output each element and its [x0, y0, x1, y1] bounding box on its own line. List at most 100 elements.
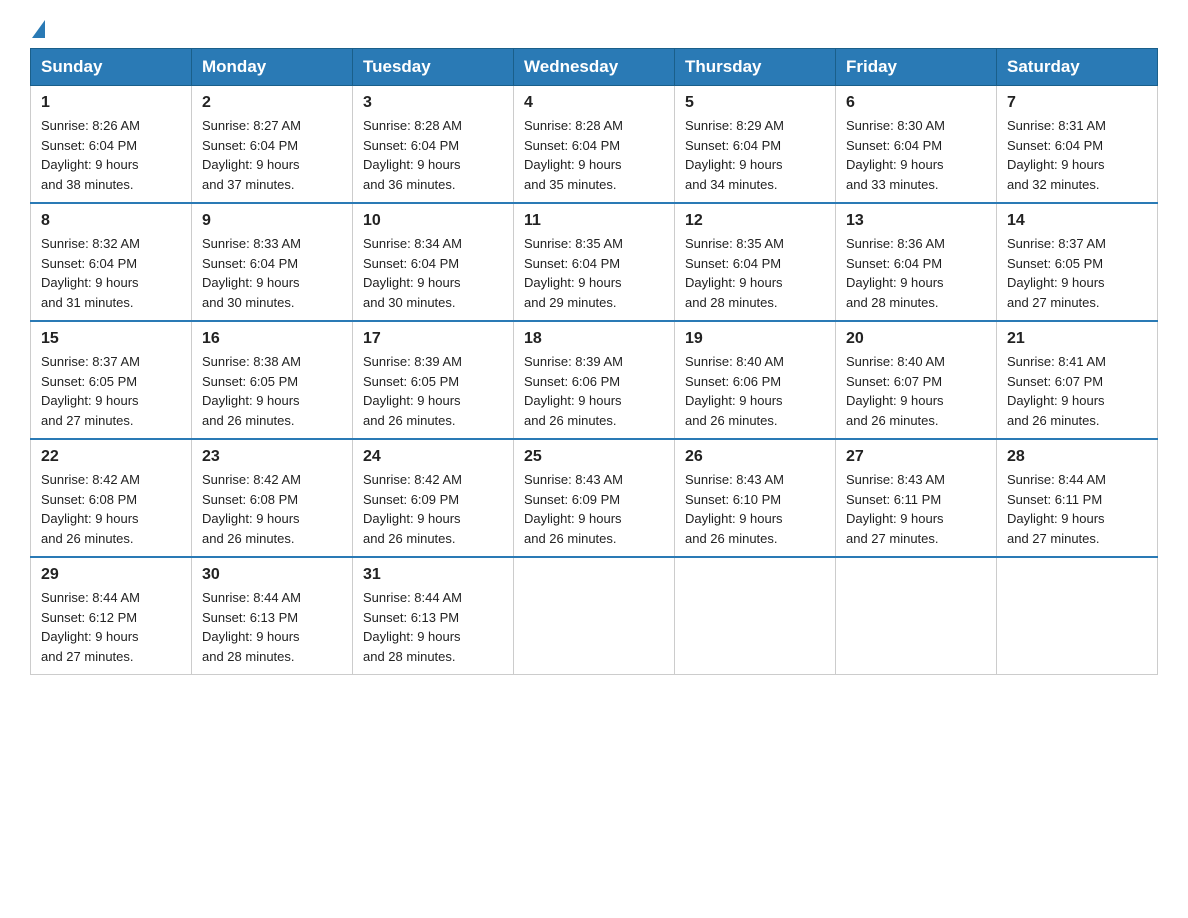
day-number: 6 [846, 94, 986, 112]
week-row-5: 29 Sunrise: 8:44 AM Sunset: 6:12 PM Dayl… [31, 557, 1158, 675]
day-cell [997, 557, 1158, 675]
day-number: 10 [363, 212, 503, 230]
day-number: 20 [846, 330, 986, 348]
day-info: Sunrise: 8:44 AM Sunset: 6:11 PM Dayligh… [1007, 470, 1147, 548]
day-number: 7 [1007, 94, 1147, 112]
day-number: 8 [41, 212, 181, 230]
day-number: 15 [41, 330, 181, 348]
day-info: Sunrise: 8:42 AM Sunset: 6:08 PM Dayligh… [41, 470, 181, 548]
day-number: 1 [41, 94, 181, 112]
header-wednesday: Wednesday [514, 49, 675, 86]
day-cell: 7 Sunrise: 8:31 AM Sunset: 6:04 PM Dayli… [997, 86, 1158, 204]
day-cell: 8 Sunrise: 8:32 AM Sunset: 6:04 PM Dayli… [31, 203, 192, 321]
day-cell: 13 Sunrise: 8:36 AM Sunset: 6:04 PM Dayl… [836, 203, 997, 321]
day-cell: 5 Sunrise: 8:29 AM Sunset: 6:04 PM Dayli… [675, 86, 836, 204]
day-cell: 18 Sunrise: 8:39 AM Sunset: 6:06 PM Dayl… [514, 321, 675, 439]
day-cell: 1 Sunrise: 8:26 AM Sunset: 6:04 PM Dayli… [31, 86, 192, 204]
day-info: Sunrise: 8:42 AM Sunset: 6:08 PM Dayligh… [202, 470, 342, 548]
week-row-2: 8 Sunrise: 8:32 AM Sunset: 6:04 PM Dayli… [31, 203, 1158, 321]
day-number: 9 [202, 212, 342, 230]
day-number: 23 [202, 448, 342, 466]
day-cell: 21 Sunrise: 8:41 AM Sunset: 6:07 PM Dayl… [997, 321, 1158, 439]
day-number: 17 [363, 330, 503, 348]
day-cell [836, 557, 997, 675]
day-info: Sunrise: 8:40 AM Sunset: 6:06 PM Dayligh… [685, 352, 825, 430]
day-cell: 3 Sunrise: 8:28 AM Sunset: 6:04 PM Dayli… [353, 86, 514, 204]
logo [30, 20, 45, 38]
day-info: Sunrise: 8:26 AM Sunset: 6:04 PM Dayligh… [41, 116, 181, 194]
week-row-4: 22 Sunrise: 8:42 AM Sunset: 6:08 PM Dayl… [31, 439, 1158, 557]
header-monday: Monday [192, 49, 353, 86]
day-number: 4 [524, 94, 664, 112]
day-cell: 24 Sunrise: 8:42 AM Sunset: 6:09 PM Dayl… [353, 439, 514, 557]
day-cell [514, 557, 675, 675]
week-row-3: 15 Sunrise: 8:37 AM Sunset: 6:05 PM Dayl… [31, 321, 1158, 439]
page-header [30, 20, 1158, 38]
day-cell: 15 Sunrise: 8:37 AM Sunset: 6:05 PM Dayl… [31, 321, 192, 439]
day-number: 22 [41, 448, 181, 466]
day-info: Sunrise: 8:43 AM Sunset: 6:10 PM Dayligh… [685, 470, 825, 548]
calendar-header-row: SundayMondayTuesdayWednesdayThursdayFrid… [31, 49, 1158, 86]
day-number: 12 [685, 212, 825, 230]
day-info: Sunrise: 8:40 AM Sunset: 6:07 PM Dayligh… [846, 352, 986, 430]
week-row-1: 1 Sunrise: 8:26 AM Sunset: 6:04 PM Dayli… [31, 86, 1158, 204]
day-info: Sunrise: 8:44 AM Sunset: 6:13 PM Dayligh… [363, 588, 503, 666]
day-info: Sunrise: 8:44 AM Sunset: 6:12 PM Dayligh… [41, 588, 181, 666]
day-info: Sunrise: 8:41 AM Sunset: 6:07 PM Dayligh… [1007, 352, 1147, 430]
day-number: 24 [363, 448, 503, 466]
day-cell: 11 Sunrise: 8:35 AM Sunset: 6:04 PM Dayl… [514, 203, 675, 321]
header-tuesday: Tuesday [353, 49, 514, 86]
day-info: Sunrise: 8:39 AM Sunset: 6:06 PM Dayligh… [524, 352, 664, 430]
day-info: Sunrise: 8:42 AM Sunset: 6:09 PM Dayligh… [363, 470, 503, 548]
day-cell: 17 Sunrise: 8:39 AM Sunset: 6:05 PM Dayl… [353, 321, 514, 439]
day-info: Sunrise: 8:34 AM Sunset: 6:04 PM Dayligh… [363, 234, 503, 312]
day-number: 29 [41, 566, 181, 584]
day-number: 5 [685, 94, 825, 112]
day-cell: 22 Sunrise: 8:42 AM Sunset: 6:08 PM Dayl… [31, 439, 192, 557]
day-number: 31 [363, 566, 503, 584]
day-cell: 10 Sunrise: 8:34 AM Sunset: 6:04 PM Dayl… [353, 203, 514, 321]
day-cell: 6 Sunrise: 8:30 AM Sunset: 6:04 PM Dayli… [836, 86, 997, 204]
day-cell: 26 Sunrise: 8:43 AM Sunset: 6:10 PM Dayl… [675, 439, 836, 557]
day-number: 28 [1007, 448, 1147, 466]
day-info: Sunrise: 8:37 AM Sunset: 6:05 PM Dayligh… [41, 352, 181, 430]
day-cell: 20 Sunrise: 8:40 AM Sunset: 6:07 PM Dayl… [836, 321, 997, 439]
day-number: 13 [846, 212, 986, 230]
header-sunday: Sunday [31, 49, 192, 86]
day-info: Sunrise: 8:37 AM Sunset: 6:05 PM Dayligh… [1007, 234, 1147, 312]
day-number: 26 [685, 448, 825, 466]
day-number: 3 [363, 94, 503, 112]
day-cell: 27 Sunrise: 8:43 AM Sunset: 6:11 PM Dayl… [836, 439, 997, 557]
header-saturday: Saturday [997, 49, 1158, 86]
day-number: 27 [846, 448, 986, 466]
day-info: Sunrise: 8:35 AM Sunset: 6:04 PM Dayligh… [524, 234, 664, 312]
day-cell [675, 557, 836, 675]
day-info: Sunrise: 8:28 AM Sunset: 6:04 PM Dayligh… [363, 116, 503, 194]
day-cell: 25 Sunrise: 8:43 AM Sunset: 6:09 PM Dayl… [514, 439, 675, 557]
day-info: Sunrise: 8:27 AM Sunset: 6:04 PM Dayligh… [202, 116, 342, 194]
day-info: Sunrise: 8:38 AM Sunset: 6:05 PM Dayligh… [202, 352, 342, 430]
day-cell: 29 Sunrise: 8:44 AM Sunset: 6:12 PM Dayl… [31, 557, 192, 675]
day-cell: 28 Sunrise: 8:44 AM Sunset: 6:11 PM Dayl… [997, 439, 1158, 557]
day-info: Sunrise: 8:43 AM Sunset: 6:09 PM Dayligh… [524, 470, 664, 548]
day-cell: 14 Sunrise: 8:37 AM Sunset: 6:05 PM Dayl… [997, 203, 1158, 321]
logo-triangle-icon [32, 20, 45, 38]
day-info: Sunrise: 8:29 AM Sunset: 6:04 PM Dayligh… [685, 116, 825, 194]
day-cell: 23 Sunrise: 8:42 AM Sunset: 6:08 PM Dayl… [192, 439, 353, 557]
day-number: 16 [202, 330, 342, 348]
day-info: Sunrise: 8:33 AM Sunset: 6:04 PM Dayligh… [202, 234, 342, 312]
day-cell: 31 Sunrise: 8:44 AM Sunset: 6:13 PM Dayl… [353, 557, 514, 675]
day-info: Sunrise: 8:35 AM Sunset: 6:04 PM Dayligh… [685, 234, 825, 312]
day-number: 2 [202, 94, 342, 112]
day-info: Sunrise: 8:31 AM Sunset: 6:04 PM Dayligh… [1007, 116, 1147, 194]
day-info: Sunrise: 8:39 AM Sunset: 6:05 PM Dayligh… [363, 352, 503, 430]
day-number: 21 [1007, 330, 1147, 348]
day-info: Sunrise: 8:43 AM Sunset: 6:11 PM Dayligh… [846, 470, 986, 548]
day-cell: 2 Sunrise: 8:27 AM Sunset: 6:04 PM Dayli… [192, 86, 353, 204]
day-info: Sunrise: 8:28 AM Sunset: 6:04 PM Dayligh… [524, 116, 664, 194]
day-info: Sunrise: 8:32 AM Sunset: 6:04 PM Dayligh… [41, 234, 181, 312]
header-thursday: Thursday [675, 49, 836, 86]
header-friday: Friday [836, 49, 997, 86]
day-info: Sunrise: 8:44 AM Sunset: 6:13 PM Dayligh… [202, 588, 342, 666]
day-cell: 4 Sunrise: 8:28 AM Sunset: 6:04 PM Dayli… [514, 86, 675, 204]
